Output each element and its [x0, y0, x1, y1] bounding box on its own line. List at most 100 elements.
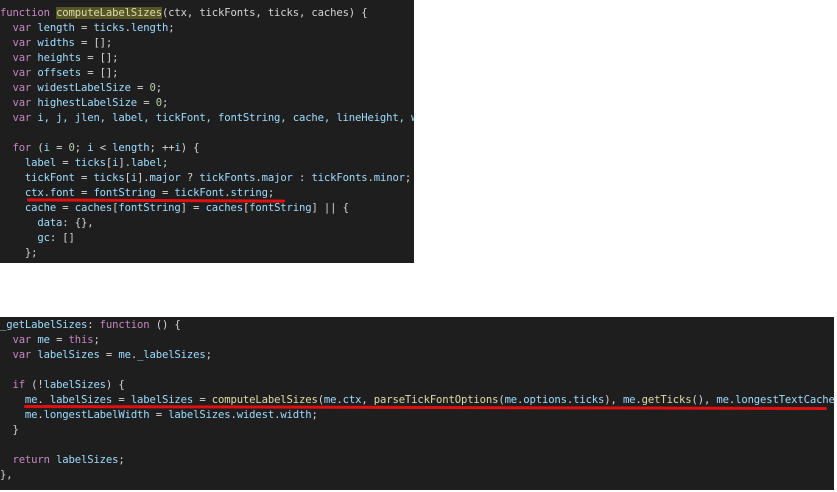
code-line: tickFont = ticks[i].major ? tickFonts.ma… [0, 171, 414, 186]
code-token: ]. [137, 172, 150, 184]
code-token: ctx [24, 187, 44, 199]
code-token: } [0, 424, 19, 436]
code-token: = []; [81, 67, 119, 79]
code-token: _labelSizes [137, 349, 206, 361]
code-token: if [12, 379, 32, 391]
code-token: major [149, 172, 181, 184]
code-token: options [523, 394, 567, 406]
code-token: tickFonts [311, 172, 368, 184]
code-token: < [93, 142, 113, 154]
code-line: function computeLabelSizes(ctx, tickFont… [0, 6, 414, 21]
code-token: tickFonts [199, 172, 256, 184]
code-token: return [12, 454, 57, 466]
code-token: ; [205, 349, 212, 361]
code-token: ctx [342, 394, 362, 406]
code-line: }, [0, 468, 834, 483]
code-token: ; [74, 142, 88, 154]
code-token: computeLabelSizes [56, 7, 162, 19]
code-token: labelSizes [56, 454, 119, 466]
code-token: i, j, jlen, label, tickFont, fontString,… [37, 112, 414, 124]
code-token: caches [205, 202, 244, 214]
code-token: : {}, [62, 217, 94, 229]
code-token: = [149, 409, 169, 421]
code-token: me [622, 394, 636, 406]
code-panel-top: function computeLabelSizes(ctx, tickFont… [0, 0, 414, 263]
code-token: me [118, 349, 131, 361]
code-line: cache = caches[fontString] = caches[font… [0, 201, 414, 216]
code-token: (! [31, 379, 44, 391]
code-token: label [24, 157, 57, 169]
code-line: var length = ticks.length; [0, 21, 414, 36]
code-line: } [0, 423, 834, 438]
code-token: var [12, 67, 38, 79]
code-token: labelSizes [43, 379, 106, 391]
code-block-get-label-sizes: _getLabelSizes: function () { var me = t… [0, 318, 834, 483]
code-line: var highestLabelSize = 0; [0, 96, 414, 111]
code-token: }, [0, 469, 13, 481]
code-token: getTicks [641, 394, 692, 406]
code-token: ticks [93, 172, 125, 184]
code-line: var i, j, jlen, label, tickFont, fontStr… [0, 111, 414, 126]
code-token: function [99, 319, 150, 331]
code-line: data: {}, [0, 216, 414, 231]
code-token: }; [0, 247, 38, 259]
code-token: cache [24, 202, 57, 214]
code-token: = []; [74, 37, 113, 49]
code-token: , [361, 394, 374, 406]
code-token: : [] [49, 232, 75, 244]
code-token: tickFont [24, 172, 75, 184]
code-token: ; [161, 97, 169, 109]
code-line: var heights = []; [0, 51, 414, 66]
code-token: = [99, 349, 119, 361]
code-token: ? [180, 172, 200, 184]
code-token: = []; [81, 52, 119, 64]
code-token: = [137, 97, 156, 109]
code-token: : [87, 319, 100, 331]
code-token: ticks [93, 22, 125, 34]
code-token: ; [168, 22, 175, 34]
code-token: parseTickFontOptions [373, 394, 499, 406]
code-token: = [155, 187, 175, 199]
code-token: for [12, 142, 38, 154]
code-token: me [716, 394, 729, 406]
code-token: length [37, 22, 75, 34]
code-token: me [323, 394, 337, 406]
code-token: function [0, 7, 57, 19]
code-token: caches [74, 202, 113, 214]
code-line: var offsets = []; [0, 66, 414, 81]
code-token: widths [37, 37, 75, 49]
code-token: ; [93, 334, 100, 346]
code-token: gc [37, 232, 50, 244]
code-token: label [130, 157, 162, 169]
code-token: var [12, 334, 38, 346]
code-token: fontString [93, 187, 156, 199]
code-block-compute-label-sizes: function computeLabelSizes(ctx, tickFont… [0, 6, 414, 261]
code-token: computeLabelSizes [211, 394, 318, 406]
code-token: ; [311, 409, 318, 421]
code-token: major [261, 172, 293, 184]
code-token: (), [691, 394, 717, 406]
code-token: me [24, 409, 38, 421]
code-token: me [504, 394, 518, 406]
code-line: }; [0, 246, 414, 261]
code-token: widest [236, 409, 275, 421]
code-token: ticks [74, 157, 106, 169]
code-token: ), [604, 394, 623, 406]
code-token: ) { [105, 379, 125, 391]
code-token: (ctx, tickFonts, ticks, caches) { [161, 7, 368, 19]
